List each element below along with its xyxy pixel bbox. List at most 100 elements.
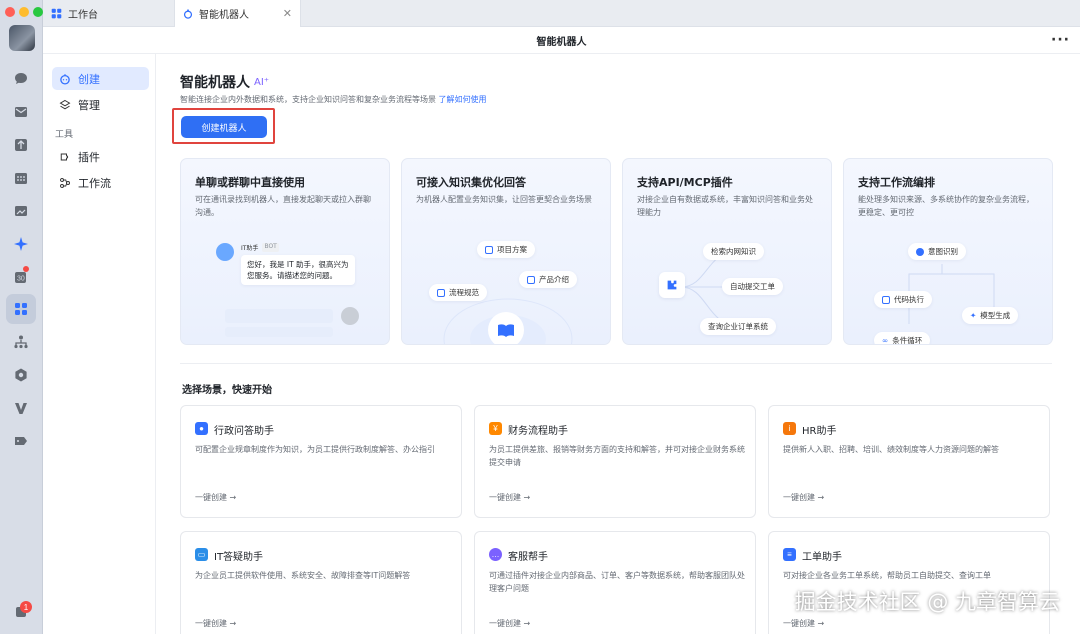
tag-icon[interactable] bbox=[12, 432, 30, 450]
bot-header: IT助手 BOT bbox=[241, 243, 279, 252]
placeholder-bar bbox=[225, 309, 333, 323]
feature-card-knowledge: 可接入知识集优化回答 为机器人配置业务知识集，让回答更契合业务场景 项目方案 产… bbox=[401, 158, 611, 345]
monitor-icon: ▭ bbox=[195, 548, 208, 561]
help-badge: 1 bbox=[20, 601, 32, 613]
card-desc: 可配置企业规章制度作为知识，为员工提供行政制度解答、办公指引 bbox=[195, 445, 435, 454]
one-click-create-link[interactable]: 一键创建 → bbox=[783, 492, 824, 503]
chat-icon: … bbox=[489, 548, 502, 561]
pill-auto-ticket: 自动提交工单 bbox=[722, 278, 783, 295]
close-tab-icon[interactable]: ✕ bbox=[283, 7, 292, 20]
pill-code-exec: 代码执行 bbox=[874, 291, 932, 308]
code-icon bbox=[882, 295, 890, 304]
scenario-card-finance[interactable]: ¥ 财务流程助手 为员工提供差旅、报销等财务方面的支持和解答，并可对接企业财务系… bbox=[474, 405, 756, 518]
docs-icon[interactable] bbox=[12, 136, 30, 154]
workbench-tab-icon bbox=[51, 8, 62, 19]
nav-item-workflow[interactable]: 工作流 bbox=[52, 171, 149, 194]
nav-plugins-label: 插件 bbox=[78, 150, 100, 164]
learn-how-link[interactable]: 了解如何使用 bbox=[439, 95, 487, 104]
bot-message: 您好，我是 IT 助手，很高兴为您服务。请描述您的问题。 bbox=[241, 255, 355, 285]
feature-title: 可接入知识集优化回答 bbox=[416, 176, 526, 189]
main-content: 智能机器人 AI⁺ 智能连接企业内外数据和系统，支持企业知识问答和复杂业务流程等… bbox=[157, 54, 1080, 634]
pill-intent: 意图识别 bbox=[908, 243, 966, 260]
ticket-icon: ≡ bbox=[783, 548, 796, 561]
feature-title: 单聊或群聊中直接使用 bbox=[195, 176, 305, 189]
one-click-create-link[interactable]: 一键创建 → bbox=[783, 618, 824, 629]
layers-icon bbox=[59, 99, 71, 109]
maximize-window-button[interactable] bbox=[33, 7, 43, 17]
create-button-highlight: 创建机器人 bbox=[172, 108, 275, 144]
scenario-card-it[interactable]: ▭ IT答疑助手 为企业员工提供软件使用、系统安全、故障排查等IT问题解答 一键… bbox=[180, 531, 462, 634]
feature-title: 支持工作流编排 bbox=[858, 176, 935, 189]
card-desc: 可对接企业各业务工单系统，帮助员工自助提交、查询工单 bbox=[783, 571, 991, 580]
user-avatar[interactable] bbox=[9, 25, 35, 51]
feature-card-workflow: 支持工作流编排 能处理多知识来源、多系统协作的复杂业务流程，更稳定、更可控 意图… bbox=[843, 158, 1053, 345]
minimize-window-button[interactable] bbox=[19, 7, 29, 17]
book-icon bbox=[488, 312, 524, 344]
scenario-card-ticket[interactable]: ≡ 工单助手 可对接企业各业务工单系统，帮助员工自助提交、查询工单 一键创建 → bbox=[768, 531, 1050, 634]
v-app-icon[interactable] bbox=[12, 399, 30, 417]
feature-card-chat: 单聊或群聊中直接使用 可在通讯录找到机器人，直接发起聊天或拉入群聊沟通。 IT助… bbox=[180, 158, 390, 345]
nav-item-create[interactable]: 创建 bbox=[52, 67, 149, 90]
pill-process-spec: 流程规范 bbox=[429, 284, 487, 301]
one-click-create-link[interactable]: 一键创建 → bbox=[195, 492, 236, 503]
scenario-card-admin[interactable]: ● 行政问答助手 可配置企业规章制度作为知识，为员工提供行政制度解答、办公指引 … bbox=[180, 405, 462, 518]
mail-icon[interactable] bbox=[12, 103, 30, 121]
plugin-icon bbox=[60, 153, 69, 160]
org-chart-icon[interactable] bbox=[12, 333, 30, 351]
tab-bar: 工作台 智能机器人 ✕ bbox=[43, 0, 1080, 27]
tab-smart-robot-label: 智能机器人 bbox=[199, 10, 249, 21]
calendar-icon[interactable] bbox=[12, 169, 30, 187]
feature-title: 支持API/MCP插件 bbox=[637, 176, 733, 189]
card-desc: 提供新人入职、招聘、培训、绩效制度等人力资源问题的解答 bbox=[783, 445, 999, 454]
ai-tag: AI⁺ bbox=[254, 76, 270, 88]
messages-icon[interactable] bbox=[12, 70, 30, 88]
create-robot-button[interactable]: 创建机器人 bbox=[181, 116, 267, 138]
placeholder-bar bbox=[225, 327, 333, 337]
app-rail: 30 1 bbox=[0, 0, 43, 634]
nav-item-plugins[interactable]: 插件 bbox=[52, 145, 149, 168]
card-desc: 可通过插件对接企业内部商品、订单、客户等数据系统，帮助客服团队处理客户问题 bbox=[489, 571, 745, 593]
page-title: 智能机器人 AI⁺ bbox=[180, 72, 269, 92]
window-title: 智能机器人 bbox=[536, 36, 587, 48]
feature-desc: 能处理多知识来源、多系统协作的复杂业务流程，更稳定、更可控 bbox=[858, 195, 1034, 217]
nav-item-manage[interactable]: 管理 bbox=[52, 93, 149, 116]
scenario-card-hr[interactable]: i HR助手 提供新人入职、招聘、培训、绩效制度等人力资源问题的解答 一键创建 … bbox=[768, 405, 1050, 518]
window-titlebar: 智能机器人 ··· bbox=[43, 27, 1080, 54]
one-click-create-link[interactable]: 一键创建 → bbox=[489, 618, 530, 629]
card-title: 行政问答助手 bbox=[214, 426, 274, 437]
doc-icon bbox=[527, 275, 535, 284]
card-title: 客服帮手 bbox=[508, 552, 548, 563]
pill-order-query: 查询企业订单系统 bbox=[700, 318, 776, 335]
pill-project-plan: 项目方案 bbox=[477, 241, 535, 258]
quickstart-title: 选择场景，快速开始 bbox=[182, 385, 272, 396]
workbench-icon[interactable] bbox=[6, 294, 36, 324]
ai-sparkle-icon[interactable] bbox=[12, 235, 30, 253]
more-options-icon[interactable]: ··· bbox=[1051, 32, 1070, 48]
nav-create-label: 创建 bbox=[78, 72, 100, 86]
tab-smart-robot[interactable]: 智能机器人 ✕ bbox=[174, 0, 301, 27]
close-window-button[interactable] bbox=[5, 7, 15, 17]
one-click-create-link[interactable]: 一键创建 → bbox=[489, 492, 530, 503]
scenario-card-customer-service[interactable]: … 客服帮手 可通过插件对接企业内部商品、订单、客户等数据系统，帮助客服团队处理… bbox=[474, 531, 756, 634]
doc-icon bbox=[437, 288, 445, 297]
svg-text:30: 30 bbox=[17, 276, 25, 283]
feature-desc: 为机器人配置业务知识集，让回答更契合业务场景 bbox=[416, 195, 592, 204]
tab-workbench-label: 工作台 bbox=[68, 10, 98, 21]
one-click-create-link[interactable]: 一键创建 → bbox=[195, 618, 236, 629]
person-icon: ● bbox=[195, 422, 208, 435]
loop-icon: ∞ bbox=[882, 336, 889, 345]
pill-loop: ∞ 条件循环 bbox=[874, 332, 931, 345]
bot-name: IT助手 bbox=[241, 245, 259, 252]
sparkle-icon: ✦ bbox=[970, 311, 977, 320]
card-title: 财务流程助手 bbox=[508, 426, 568, 437]
meetings-icon[interactable] bbox=[12, 202, 30, 220]
feature-desc: 对接企业自有数据或系统，丰富知识问答和业务处理能力 bbox=[637, 195, 813, 217]
card-title: HR助手 bbox=[802, 426, 837, 437]
nav-manage-label: 管理 bbox=[78, 98, 100, 112]
user-avatar-small bbox=[341, 307, 359, 325]
bot-avatar bbox=[216, 243, 234, 261]
section-divider bbox=[180, 363, 1052, 364]
tab-workbench[interactable]: 工作台 bbox=[43, 0, 174, 27]
robot-tab-icon bbox=[183, 8, 193, 19]
settings-hex-icon[interactable] bbox=[12, 366, 30, 384]
